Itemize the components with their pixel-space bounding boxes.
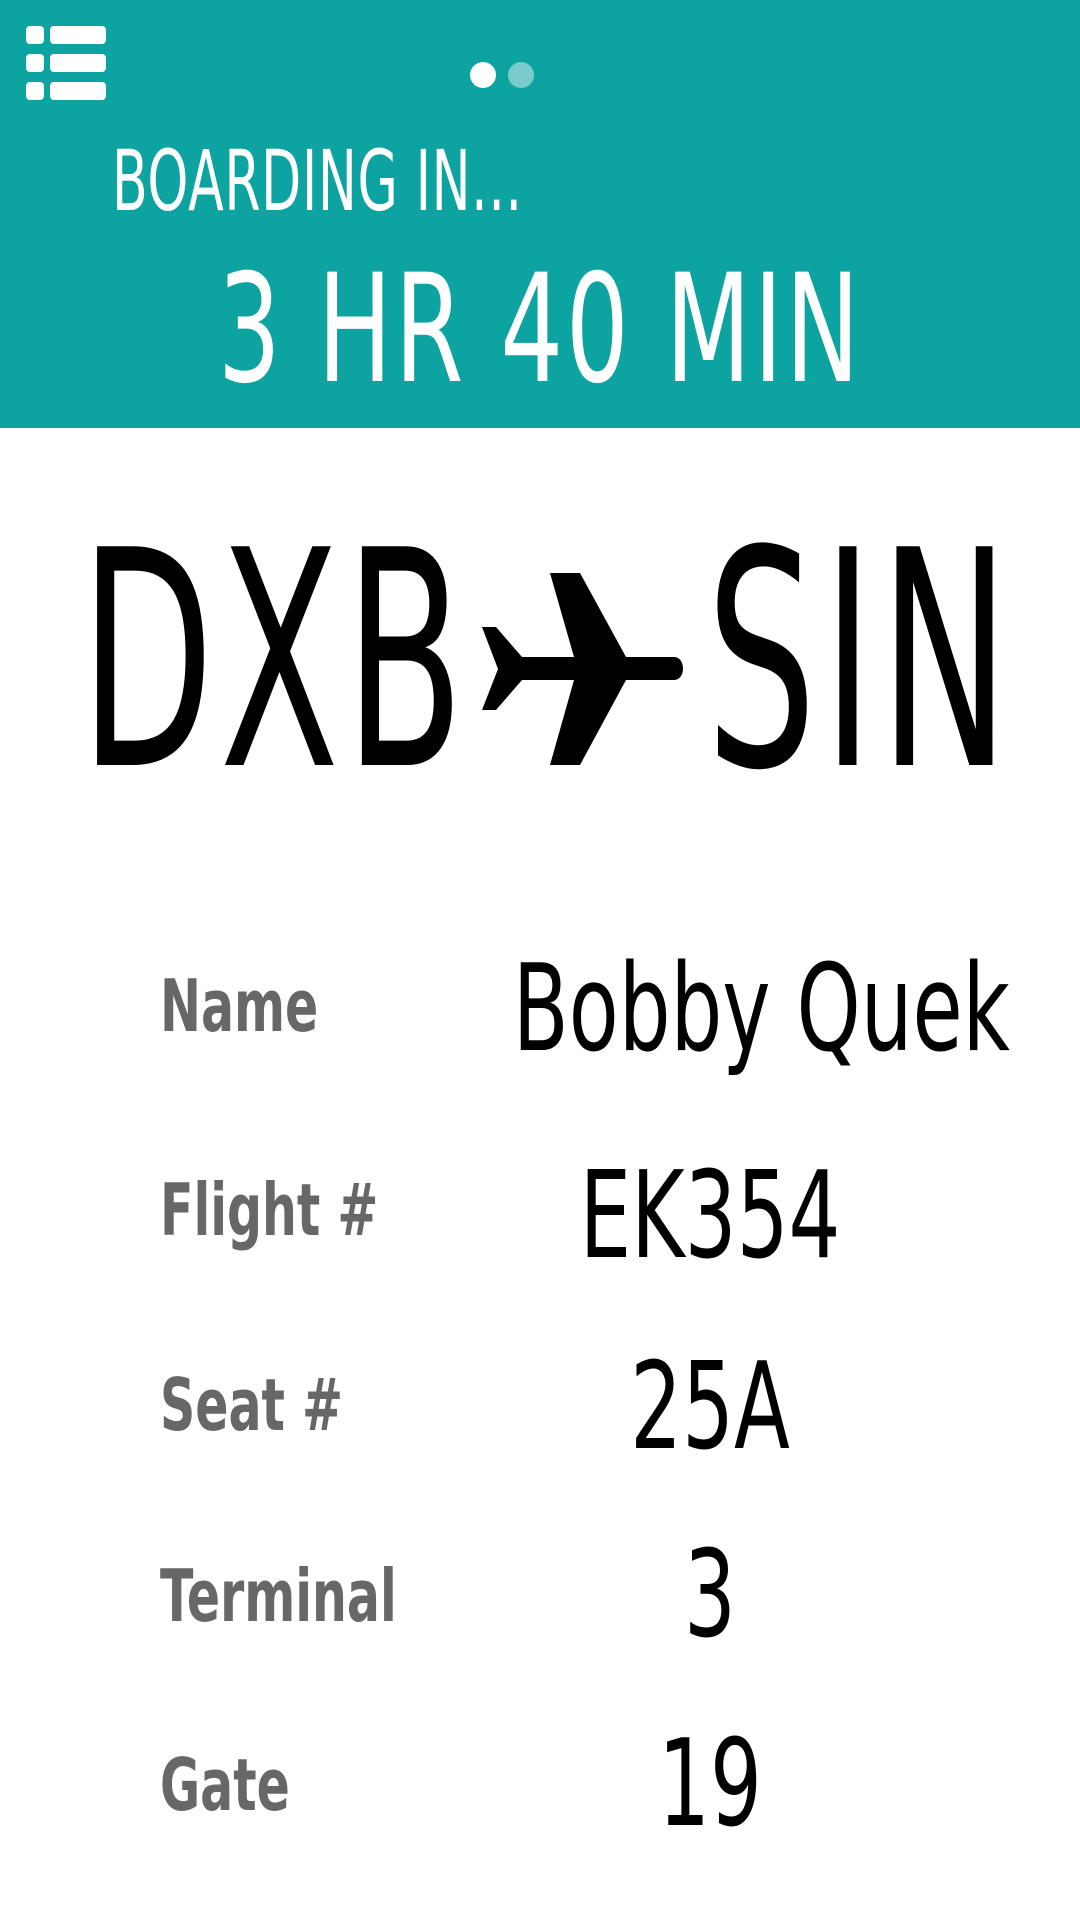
terminal-value: 3 [684,1526,736,1665]
terminal-label: Terminal [160,1554,397,1638]
seat-value: 25A [630,1338,790,1477]
name-label: Name [160,964,319,1048]
boarding-countdown: 3 HR 40 MIN [217,243,863,417]
page-dot-inactive[interactable] [508,62,534,88]
page-dot-active[interactable] [470,62,496,88]
origin-airport: DXB [80,487,470,836]
gate-value: 19 [658,1715,762,1854]
page-indicator [470,62,534,88]
gate-label: Gate [160,1743,290,1827]
destination-airport: SIN [705,487,1015,836]
seat-label: Seat # [160,1363,343,1447]
boarding-label: BOARDING IN... [112,132,523,230]
name-value: Bobby Quek [512,940,1010,1079]
list-menu-icon[interactable] [26,26,106,100]
flight-label: Flight # [160,1168,379,1252]
boarding-header: BOARDING IN... 3 HR 40 MIN [0,0,1080,428]
flight-value: EK354 [579,1147,841,1286]
airplane-icon [482,573,683,765]
